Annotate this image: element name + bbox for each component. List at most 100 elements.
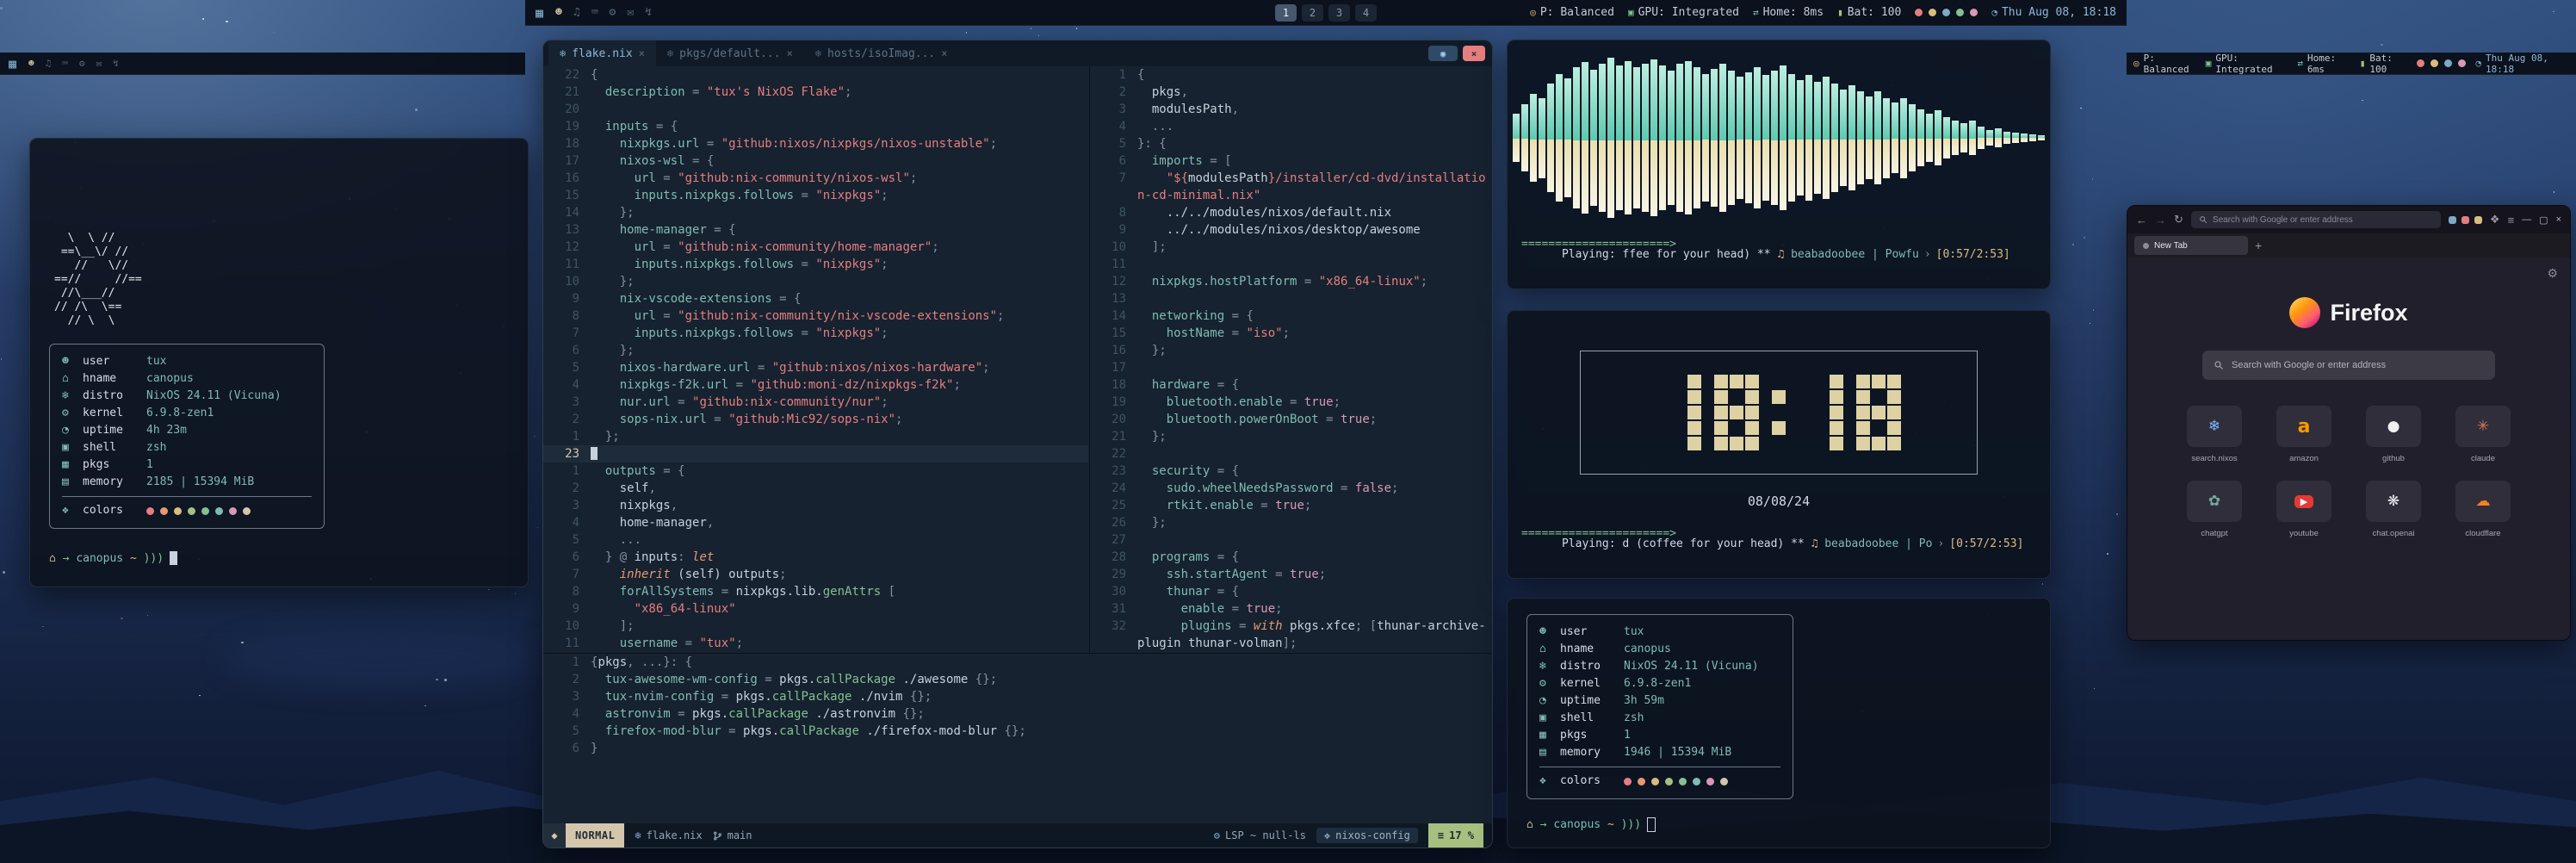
newtab-search-bar[interactable]: Search with Google or enter address	[2202, 351, 2495, 380]
fetch-label: kernel	[1560, 675, 1624, 692]
fetch-label: hname	[83, 370, 146, 388]
tag-icon[interactable]: ♫	[46, 58, 52, 69]
workspace-button-2[interactable]: 2	[1302, 4, 1323, 22]
line-number	[1090, 187, 1137, 204]
fetch-terminal-window[interactable]: ☻usertux⌂hnamecanopus❄distroNixOS 24.11 …	[1507, 598, 2051, 848]
maximize-button[interactable]: ▢	[2539, 214, 2548, 226]
code-line: 14 networking = {	[1090, 307, 1492, 325]
tag-icon[interactable]: ⚙	[79, 58, 85, 69]
tag-icon[interactable]: ⚙	[610, 6, 616, 19]
url-bar[interactable]: Search with Google or enter address	[2191, 211, 2441, 228]
code-line: 3 tux-nvim-config = pkgs.callPackage ./n…	[543, 688, 1492, 705]
tab-favicon	[2143, 243, 2149, 249]
line-number: 15	[543, 187, 591, 204]
shortcut-label: chatgpt	[2201, 529, 2227, 538]
reload-button[interactable]: ↻	[2174, 213, 2183, 227]
forward-button[interactable]: →	[2155, 214, 2166, 227]
shortcut-tile-amazon[interactable]: aamazon	[2273, 406, 2335, 463]
shortcut-tile-search.nixos[interactable]: ❄search.nixos	[2183, 406, 2245, 463]
star	[424, 705, 426, 707]
tray-icon[interactable]	[2444, 59, 2452, 67]
tray-icon[interactable]	[1956, 9, 1964, 16]
editor-pane-iso[interactable]: 1{2 pkgs,3 modulesPath,4 ...5}: {6 impor…	[1089, 66, 1492, 652]
tray-icon[interactable]	[1942, 9, 1950, 16]
code-line: 5 nixos-hardware.url = "github:nixos/nix…	[543, 359, 1088, 376]
editor-pane-default[interactable]: 1{pkgs, ...}: {2 tux-awesome-wm-config =…	[543, 653, 1492, 823]
memory-icon: ▤	[62, 474, 83, 491]
status-chip-icon: ◎	[2133, 58, 2139, 69]
menu-icon[interactable]: ≡	[2508, 214, 2515, 227]
star	[2084, 237, 2086, 239]
extension-icon[interactable]	[2461, 216, 2469, 224]
tag-icon[interactable]: ⌨	[62, 58, 68, 69]
prompt-symbol: )))	[1621, 818, 1641, 831]
tag-icon[interactable]: ✉	[96, 58, 102, 69]
tray-icon[interactable]	[2458, 59, 2466, 67]
shell-prompt[interactable]: ⌂ → canopus ~ )))	[1526, 817, 1656, 832]
back-button[interactable]: ←	[2136, 214, 2147, 227]
tray-icon[interactable]	[2430, 59, 2438, 67]
search.nixos-icon: ❄	[2187, 406, 2242, 447]
tray-icon[interactable]	[1970, 9, 1978, 16]
extension-icon[interactable]	[2474, 216, 2482, 224]
shortcut-tile-chat.openai[interactable]: ❋chat.openai	[2362, 481, 2424, 538]
statusbar-widgets: ◎P: Balanced▣GPU: Integrated⇄Home: 8ms▮B…	[1530, 6, 2116, 19]
editor-pane-flake[interactable]: 22{21 description = "tux's NixOS Flake";…	[543, 66, 1088, 652]
line-number: 9	[543, 600, 591, 618]
search-icon	[2214, 360, 2224, 370]
shortcut-tile-chatgpt[interactable]: ✿chatgpt	[2183, 481, 2245, 538]
tab-close-icon[interactable]: ×	[787, 47, 793, 59]
code-line: 3 modulesPath,	[1090, 101, 1492, 118]
tray-icon[interactable]	[1929, 9, 1936, 16]
tray-icon[interactable]	[2417, 59, 2424, 67]
minimize-button[interactable]: —	[2522, 214, 2531, 225]
tray-icon[interactable]	[1915, 9, 1923, 16]
shortcut-label: github	[2382, 454, 2405, 463]
workspace-button-1[interactable]: 1	[1275, 4, 1297, 22]
shortcut-tile-cloudflare[interactable]: ☁cloudflare	[2452, 481, 2514, 538]
tag-list: ☻ ♫ ⌨ ⚙ ✉ ↯	[28, 58, 119, 69]
shortcut-tile-claude[interactable]: ✳claude	[2452, 406, 2514, 463]
fetch-value: canopus	[146, 370, 194, 388]
tab-hosts-isoimage[interactable]: ❄ hosts/isoImag... ×	[804, 40, 959, 66]
fetch-value: 1	[1624, 727, 1631, 744]
tab-pkgs-default[interactable]: ❄ pkgs/default... ×	[656, 40, 804, 66]
tab-new-tab[interactable]: New Tab	[2134, 236, 2248, 255]
close-buffer-button[interactable]: ×	[1463, 46, 1485, 61]
extension-icon[interactable]	[2449, 216, 2456, 224]
visualizer-bar	[1900, 49, 1907, 227]
shortcut-tile-youtube[interactable]: ▶youtube	[2273, 481, 2335, 538]
app-launcher-icon[interactable]: ▦	[9, 56, 16, 71]
tag-icon[interactable]: ↯	[113, 58, 119, 69]
clock-digit	[1856, 375, 1901, 450]
app-launcher-icon[interactable]: ▦	[536, 5, 543, 21]
buffer-picker-button[interactable]: ◉	[1428, 46, 1458, 61]
close-button[interactable]: ×	[2556, 214, 2561, 225]
code-line: 8 forAllSystems = nixpkgs.lib.genAttrs [	[543, 583, 1088, 600]
terminal-window[interactable]: \ \ // ==\__\/ // // \// ==// //== //\__…	[29, 138, 529, 587]
tag-icon[interactable]: ☻	[28, 58, 34, 69]
tag-icon[interactable]: ☻	[555, 6, 562, 19]
new-tab-button[interactable]: +	[2255, 239, 2262, 252]
status-chip: ▮Bat: 100	[1837, 6, 1901, 19]
tag-icon[interactable]: ♫	[573, 6, 580, 19]
line-number: 7	[543, 566, 591, 583]
visualizer-bar	[1762, 49, 1769, 227]
tab-label: flake.nix	[572, 47, 632, 60]
home-icon: ⌂	[49, 552, 56, 565]
workspace-button-3[interactable]: 3	[1328, 4, 1350, 22]
pkgs-icon: ▦	[62, 456, 83, 474]
tab-flake-nix[interactable]: ❄ flake.nix ×	[548, 40, 656, 66]
nix-file-icon: ❄	[815, 47, 821, 59]
extensions-icon[interactable]: ❖	[2490, 213, 2500, 227]
shortcut-grid: ❄search.nixos aamazon ●github ✳claude ✿chatg…	[2183, 406, 2514, 538]
tab-close-icon[interactable]: ×	[941, 47, 947, 59]
tab-close-icon[interactable]: ×	[639, 47, 645, 59]
shell-prompt[interactable]: ⌂ → canopus ~ )))	[49, 551, 509, 565]
gear-icon[interactable]: ⚙	[2547, 266, 2558, 281]
shortcut-tile-github[interactable]: ●github	[2362, 406, 2424, 463]
tag-icon[interactable]: ⌨	[591, 6, 598, 19]
workspace-button-4[interactable]: 4	[1355, 4, 1377, 22]
tag-icon[interactable]: ↯	[645, 6, 652, 19]
tag-icon[interactable]: ✉	[627, 6, 634, 19]
